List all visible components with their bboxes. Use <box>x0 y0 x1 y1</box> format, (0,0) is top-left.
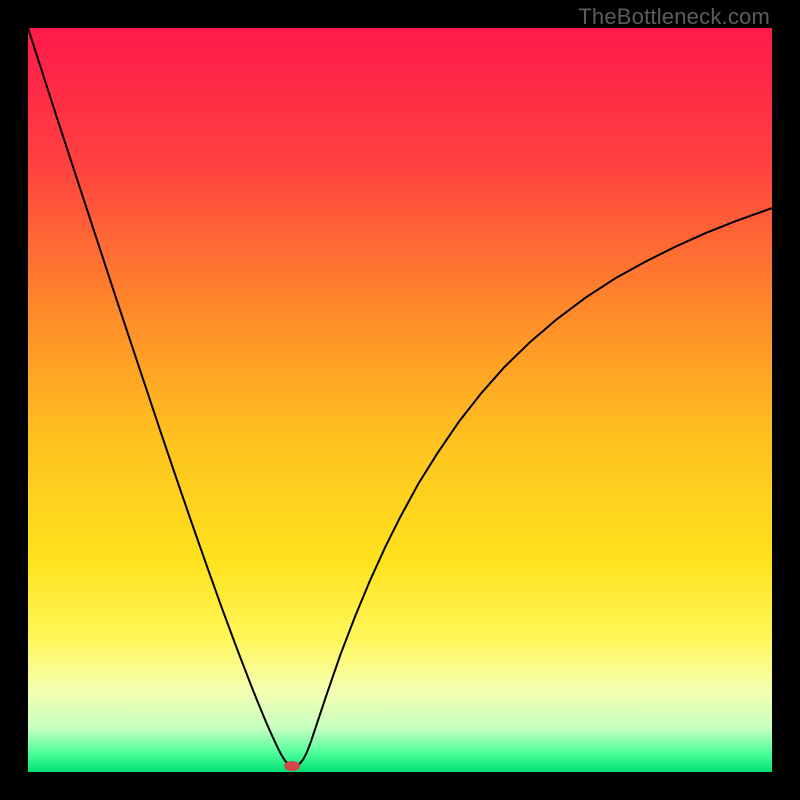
optimal-point-marker <box>284 761 300 771</box>
chart-background <box>28 28 772 772</box>
bottleneck-chart <box>28 28 772 772</box>
chart-frame <box>28 28 772 772</box>
watermark-text: TheBottleneck.com <box>578 4 770 30</box>
